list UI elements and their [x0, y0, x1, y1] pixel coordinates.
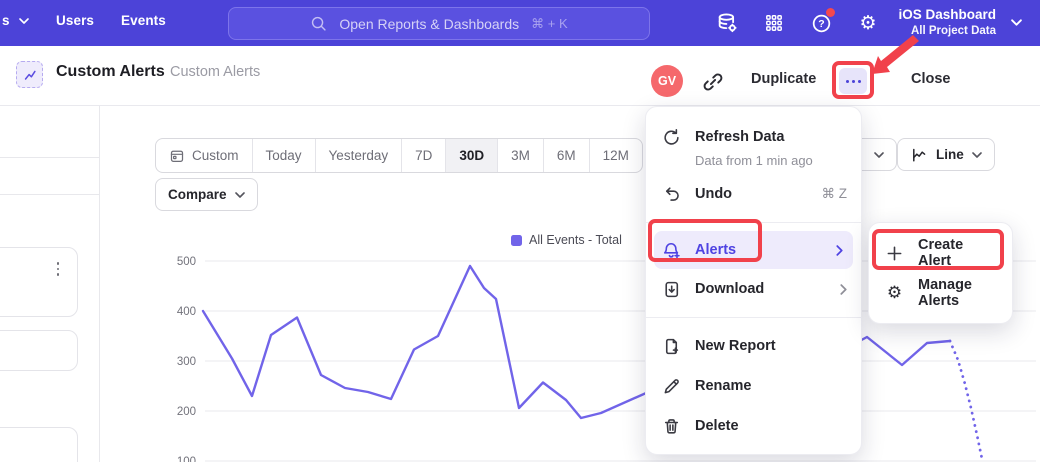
top-navbar: s Users Events Open Reports & Dashboards…: [0, 0, 1040, 46]
gear-icon: ⚙: [885, 284, 904, 303]
sidebar-card[interactable]: [0, 427, 78, 462]
menu-item-label: Alerts: [695, 242, 736, 258]
chevron-down-icon: [235, 192, 245, 198]
report-icon: [16, 61, 43, 88]
range-today[interactable]: Today: [252, 139, 315, 172]
chevron-down-icon: [874, 152, 884, 158]
rename-icon: [662, 377, 681, 396]
menu-item-label: New Report: [695, 338, 776, 354]
nav-item-partial[interactable]: s: [2, 13, 29, 28]
menu-item-label: Refresh Data: [695, 129, 784, 145]
project-subtitle: All Project Data: [898, 24, 996, 38]
alert-bell-icon: [662, 241, 681, 260]
menu-item-undo[interactable]: Undo ⌘ Z: [646, 174, 861, 214]
menu-item-label: Rename: [695, 378, 751, 394]
legend-label: All Events - Total: [529, 233, 622, 247]
svg-text:100: 100: [177, 456, 196, 462]
menu-item-download[interactable]: Download: [646, 269, 861, 309]
duplicate-button[interactable]: Duplicate: [751, 71, 816, 87]
svg-text:500: 500: [177, 256, 196, 268]
sidebar-card[interactable]: [0, 330, 78, 371]
sidebar-card[interactable]: [0, 247, 78, 317]
svg-text:?: ?: [818, 18, 824, 30]
sidebar-row-divider: [0, 157, 99, 158]
range-6m[interactable]: 6M: [543, 139, 589, 172]
search-input[interactable]: Open Reports & Dashboards ⌘ + K: [228, 7, 650, 40]
chart-legend[interactable]: All Events - Total: [511, 233, 622, 247]
menu-item-label: Download: [695, 281, 764, 297]
compare-label: Compare: [168, 187, 227, 202]
range-30d[interactable]: 30D: [445, 139, 497, 172]
app-window: 500 400 300 200 100 All Events - Total Custo…: [0, 0, 1040, 462]
chart-type-label: Line: [936, 147, 964, 162]
range-3m[interactable]: 3M: [497, 139, 543, 172]
more-button[interactable]: [839, 68, 867, 94]
undo-shortcut: ⌘ Z: [822, 186, 848, 202]
refresh-data-subtext: Data from 1 min ago: [695, 153, 861, 168]
search-placeholder: Open Reports & Dashboards: [339, 16, 519, 32]
avatar[interactable]: GV: [651, 65, 683, 97]
plus-icon: [885, 244, 904, 263]
close-button[interactable]: Close: [911, 71, 951, 87]
chevron-down-icon: [1011, 19, 1022, 26]
page-title: Custom Alerts: [56, 63, 165, 81]
ellipsis-icon: [846, 80, 849, 83]
nav-item-events[interactable]: Events: [121, 13, 166, 28]
menu-item-rename[interactable]: Rename: [646, 366, 861, 406]
menu-item-new-report[interactable]: New Report: [646, 326, 861, 366]
menu-item-alerts[interactable]: Alerts: [654, 231, 853, 269]
kebab-icon[interactable]: [57, 262, 60, 276]
alerts-submenu: Create Alert ⚙ Manage Alerts: [868, 222, 1013, 324]
search-icon: [310, 15, 327, 32]
search-shortcut: ⌘ + K: [531, 16, 568, 32]
range-custom[interactable]: Custom: [156, 139, 252, 172]
undo-icon: [662, 185, 681, 204]
report-options-menu: Refresh Data Data from 1 min ago Undo ⌘ …: [645, 106, 862, 455]
svg-text:400: 400: [177, 306, 196, 318]
menu-item-refresh-data[interactable]: Refresh Data: [646, 117, 861, 157]
range-12m[interactable]: 12M: [589, 139, 642, 172]
project-title: iOS Dashboard: [898, 5, 996, 24]
menu-divider: [646, 222, 861, 223]
breadcrumb: Custom Alerts: [170, 64, 260, 80]
download-icon: [662, 280, 681, 299]
range-7d[interactable]: 7D: [401, 139, 445, 172]
menu-item-label: Manage Alerts: [918, 277, 998, 309]
chevron-right-icon: [840, 284, 847, 295]
range-yesterday[interactable]: Yesterday: [315, 139, 402, 172]
menu-item-label: Delete: [695, 418, 739, 434]
chevron-down-icon: [972, 152, 982, 158]
new-report-icon: [662, 337, 681, 356]
sidebar-row-divider: [0, 194, 99, 195]
report-header: Custom Alerts Custom Alerts GV Duplicate…: [0, 46, 1040, 106]
compare-button[interactable]: Compare: [155, 178, 258, 211]
date-range-segmented: CustomTodayYesterday7D30D3M6M12M: [155, 138, 643, 173]
svg-text:200: 200: [177, 406, 196, 418]
submenu-item-manage-alerts[interactable]: ⚙ Manage Alerts: [869, 273, 1012, 313]
menu-item-label: Undo: [695, 186, 732, 202]
line-chart-icon: [910, 146, 928, 164]
nav-item-users[interactable]: Users: [56, 13, 94, 28]
apps-icon[interactable]: [761, 10, 787, 36]
chevron-right-icon: [836, 245, 843, 256]
project-selector[interactable]: iOS Dashboard All Project Data: [898, 5, 996, 38]
notification-badge: [826, 8, 835, 17]
help-icon[interactable]: ?: [808, 10, 834, 36]
link-icon[interactable]: [702, 71, 724, 93]
menu-item-delete[interactable]: Delete: [646, 406, 861, 446]
menu-item-label: Create Alert: [918, 237, 998, 269]
chevron-down-icon: [19, 18, 29, 24]
data-icon[interactable]: [714, 10, 740, 36]
delete-icon: [662, 417, 681, 436]
calendar-icon: [169, 148, 185, 164]
legend-swatch: [511, 235, 522, 246]
chart-type-button[interactable]: Line: [897, 138, 995, 171]
svg-text:300: 300: [177, 356, 196, 368]
submenu-item-create-alert[interactable]: Create Alert: [869, 233, 1012, 273]
refresh-icon: [662, 128, 681, 147]
gear-icon[interactable]: ⚙: [855, 10, 881, 36]
sidebar-divider: [99, 105, 100, 462]
menu-divider: [646, 317, 861, 318]
